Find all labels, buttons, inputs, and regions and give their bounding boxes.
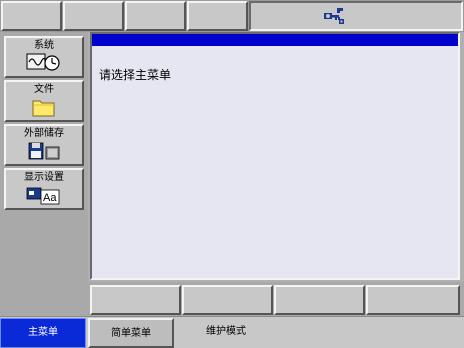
menu-file-button[interactable]: 文件: [4, 80, 84, 122]
menu-file-label: 文件: [34, 84, 54, 95]
menu-system-label: 系统: [34, 40, 54, 51]
main-content-area: 请选择主菜单: [92, 46, 458, 278]
soft-key-3[interactable]: [274, 285, 365, 315]
top-button-2[interactable]: [63, 1, 124, 31]
main-display: 请选择主菜单: [90, 32, 460, 280]
main-message: 请选择主菜单: [99, 68, 172, 82]
menu-display-settings-button[interactable]: 显示设置 Aa: [4, 168, 84, 210]
maintenance-mode-label: 维护模式: [176, 318, 463, 348]
main-display-frame: 请选择主菜单: [88, 32, 464, 282]
top-function-bar: [0, 0, 464, 32]
svg-text:Aa: Aa: [43, 192, 57, 204]
status-area: [249, 1, 463, 31]
main-menu-panel: 系统 文件 外部储存 显示设置 Aa: [0, 32, 88, 316]
display-font-icon: Aa: [26, 187, 60, 205]
top-button-4[interactable]: [187, 1, 248, 31]
bottom-tab-bar: 主菜单 简单菜单 维护模式: [0, 316, 464, 348]
top-button-1[interactable]: [1, 1, 62, 31]
soft-key-row: [88, 282, 464, 316]
floppy-disk-icon: [28, 142, 60, 160]
menu-external-storage-button[interactable]: 外部储存: [4, 124, 84, 166]
tab-main-menu[interactable]: 主菜单: [0, 318, 86, 348]
top-button-3[interactable]: [125, 1, 186, 31]
key-icon: [324, 8, 344, 24]
folder-icon: [32, 100, 55, 117]
main-title-bar: [92, 34, 458, 46]
tab-simple-menu[interactable]: 简单菜单: [88, 318, 174, 348]
soft-key-1[interactable]: [90, 285, 181, 315]
soft-key-2[interactable]: [182, 285, 273, 315]
menu-external-storage-label: 外部储存: [24, 128, 64, 139]
menu-system-button[interactable]: 系统: [4, 36, 84, 78]
soft-key-4[interactable]: [366, 285, 460, 315]
waveform-clock-icon: [26, 53, 60, 71]
menu-display-settings-label: 显示设置: [24, 172, 64, 183]
